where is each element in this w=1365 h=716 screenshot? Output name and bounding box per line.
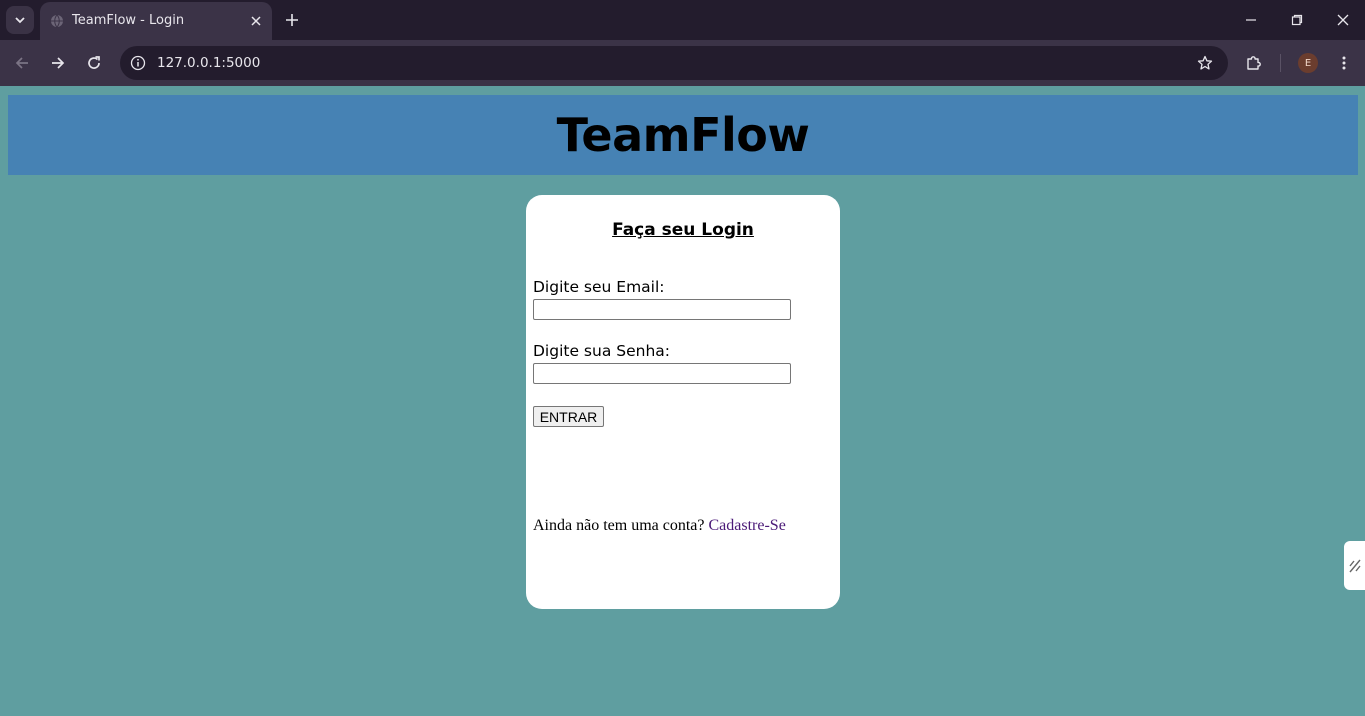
- browser-tab-active[interactable]: TeamFlow - Login: [40, 2, 272, 40]
- browser-tabstrip: TeamFlow - Login: [0, 0, 1365, 40]
- profile-avatar[interactable]: E: [1298, 53, 1318, 73]
- new-tab-button[interactable]: [282, 10, 302, 30]
- page-title: TeamFlow: [556, 108, 810, 162]
- arrow-right-icon: [52, 57, 65, 69]
- page-header: TeamFlow: [8, 95, 1358, 175]
- restore-icon: [1291, 14, 1303, 26]
- restore-button[interactable]: [1287, 10, 1307, 30]
- reload-button[interactable]: [82, 51, 106, 75]
- plus-icon: [286, 14, 298, 26]
- minimize-icon: [1246, 19, 1256, 21]
- login-button[interactable]: ENTRAR: [533, 406, 604, 427]
- browser-menu-button[interactable]: [1332, 51, 1356, 75]
- minimize-button[interactable]: [1241, 10, 1261, 30]
- arrow-left-icon: [15, 57, 28, 69]
- password-label: Digite sua Senha:: [533, 342, 670, 360]
- globe-icon: [51, 14, 63, 28]
- password-field[interactable]: [533, 363, 791, 384]
- star-icon: [1197, 55, 1213, 70]
- address-bar[interactable]: 127.0.0.1:5000: [120, 46, 1228, 80]
- side-panel-icon: [1348, 559, 1361, 572]
- tab-search-button[interactable]: [6, 6, 34, 34]
- back-button[interactable]: [10, 51, 34, 75]
- close-window-button[interactable]: [1333, 10, 1353, 30]
- login-title: Faça seu Login: [612, 220, 754, 240]
- signup-link[interactable]: Cadastre-Se: [709, 517, 786, 534]
- extensions-button[interactable]: [1242, 51, 1266, 75]
- email-field[interactable]: [533, 299, 791, 320]
- tab-close-button[interactable]: [248, 13, 264, 29]
- close-icon: [1337, 14, 1349, 26]
- bookmark-button[interactable]: [1196, 54, 1214, 72]
- url-text: 127.0.0.1:5000: [157, 55, 261, 71]
- chevron-down-icon: [15, 17, 25, 24]
- close-icon: [251, 16, 261, 26]
- signup-prompt: Ainda não tem uma conta? Cadastre-Se: [533, 517, 786, 535]
- reload-icon: [88, 56, 100, 69]
- info-icon: [130, 55, 146, 71]
- site-info-button[interactable]: [128, 53, 148, 73]
- email-label: Digite seu Email:: [533, 278, 665, 296]
- toolbar-separator: [1280, 54, 1281, 72]
- side-panel-tab[interactable]: [1344, 541, 1365, 590]
- browser-toolbar: 127.0.0.1:5000 E: [0, 40, 1365, 86]
- signup-prompt-text: Ainda não tem uma conta?: [533, 517, 705, 534]
- puzzle-icon: [1247, 56, 1261, 70]
- tab-title: TeamFlow - Login: [72, 13, 185, 28]
- kebab-menu-icon: [1342, 56, 1346, 70]
- forward-button[interactable]: [46, 51, 70, 75]
- login-card: Faça seu Login Digite seu Email: Digite …: [526, 195, 840, 609]
